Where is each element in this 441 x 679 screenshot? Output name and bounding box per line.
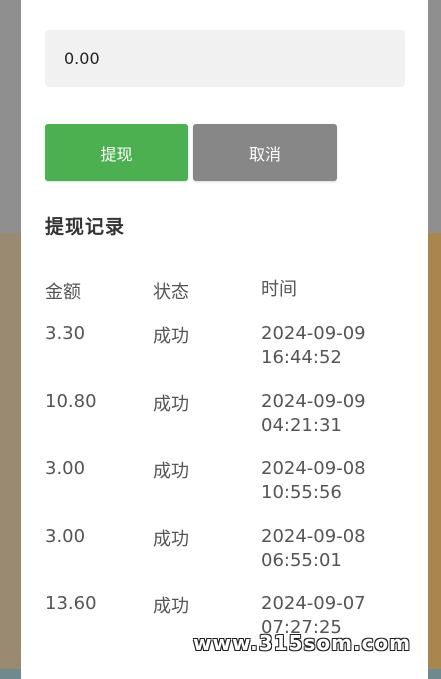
header-time: 时间 [261, 279, 297, 300]
record-amount: 3.00 [45, 458, 86, 479]
record-clock: 16:44:52 [261, 347, 342, 368]
header-amount: 金额 [45, 282, 81, 303]
withdraw-button[interactable]: 提现 [45, 124, 188, 181]
record-amount: 10.80 [45, 390, 97, 412]
records-header: 金额 状态 时间 [45, 278, 415, 322]
header-status: 状态 [153, 282, 189, 303]
record-row: 3.30 成功 2024-09-09 16:44:52 [45, 322, 415, 390]
record-row: 3.00 成功 2024-09-08 10:55:56 [45, 457, 415, 525]
record-time: 2024-09-08 06:55:01 [261, 525, 411, 593]
record-status: 成功 [153, 528, 189, 550]
record-row: 3.00 成功 2024-09-08 06:55:01 [45, 525, 415, 593]
cancel-button[interactable]: 取消 [193, 124, 337, 181]
record-date: 2024-09-09 [261, 323, 366, 344]
record-date: 2024-09-09 [261, 390, 366, 412]
record-time: 2024-09-09 04:21:31 [261, 390, 411, 458]
record-status: 成功 [153, 461, 189, 482]
record-clock: 04:21:31 [261, 414, 342, 436]
withdraw-dialog: 提现 取消 提现记录 金额 状态 时间 3.30 成功 2024-09-09 1… [21, 0, 428, 679]
record-date: 2024-09-08 [261, 525, 366, 547]
site-watermark: www.315som.com [192, 631, 411, 655]
record-clock: 06:55:01 [261, 549, 342, 571]
record-date: 2024-09-08 [261, 458, 366, 479]
records-title: 提现记录 [45, 216, 126, 238]
record-status: 成功 [153, 393, 189, 415]
record-date: 2024-09-07 [261, 593, 366, 614]
record-amount: 3.30 [45, 323, 86, 344]
records-table: 金额 状态 时间 3.30 成功 2024-09-09 16:44:52 10.… [45, 278, 415, 660]
record-amount: 3.00 [45, 525, 86, 547]
amount-input[interactable] [45, 30, 405, 87]
record-time: 2024-09-09 16:44:52 [261, 322, 411, 390]
record-row: 10.80 成功 2024-09-09 04:21:31 [45, 390, 415, 458]
record-status: 成功 [153, 326, 189, 347]
record-time: 2024-09-08 10:55:56 [261, 457, 411, 525]
record-clock: 10:55:56 [261, 482, 342, 503]
record-amount: 13.60 [45, 593, 97, 614]
